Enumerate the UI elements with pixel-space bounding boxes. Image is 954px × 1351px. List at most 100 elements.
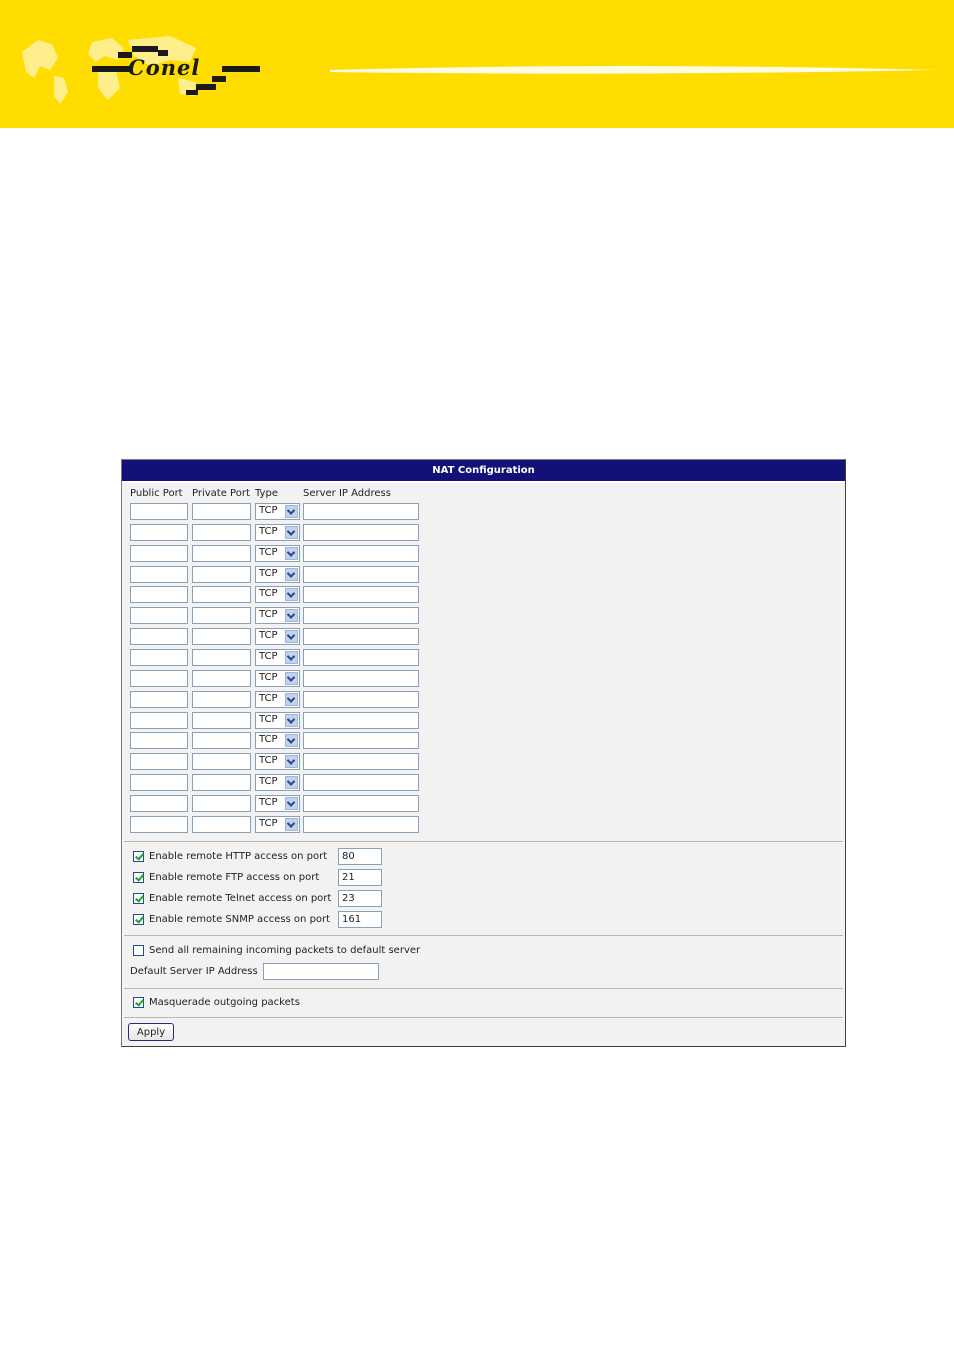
protocol-type-select[interactable]: TCP [255,691,300,708]
private-port-input[interactable] [192,503,251,520]
chevron-down-icon[interactable] [285,755,298,768]
default-server-ip-input[interactable] [263,963,379,980]
server-ip-input[interactable] [303,545,419,562]
public-port-input[interactable] [130,524,188,541]
public-port-input[interactable] [130,795,188,812]
remote-telnet-checkbox[interactable] [133,893,144,904]
public-port-input[interactable] [130,607,188,624]
server-ip-input[interactable] [303,691,419,708]
public-port-input[interactable] [130,628,188,645]
public-port-input[interactable] [130,566,188,583]
server-ip-input[interactable] [303,628,419,645]
server-ip-input[interactable] [303,816,419,833]
chevron-down-icon[interactable] [285,630,298,643]
chevron-down-icon[interactable] [285,609,298,622]
remote-snmp-checkbox[interactable] [133,914,144,925]
server-ip-input[interactable] [303,566,419,583]
chevron-down-icon[interactable] [285,526,298,539]
protocol-type-select[interactable]: TCP [255,816,300,833]
column-header-public-port: Public Port [130,488,183,499]
masquerade-checkbox[interactable] [133,997,144,1008]
server-ip-input[interactable] [303,503,419,520]
private-port-input[interactable] [192,774,251,791]
private-port-input[interactable] [192,628,251,645]
private-port-input[interactable] [192,545,251,562]
chevron-down-icon[interactable] [285,568,298,581]
private-port-input[interactable] [192,753,251,770]
private-port-input[interactable] [192,586,251,603]
private-port-input[interactable] [192,649,251,666]
private-port-input[interactable] [192,732,251,749]
protocol-type-select[interactable]: TCP [255,649,300,666]
remote-ftp-checkbox[interactable] [133,872,144,883]
chevron-down-icon[interactable] [285,818,298,831]
chevron-down-icon[interactable] [285,588,298,601]
protocol-type-select[interactable]: TCP [255,545,300,562]
remote-http-label: Enable remote HTTP access on port [149,851,328,862]
protocol-type-select[interactable]: TCP [255,524,300,541]
protocol-type-select[interactable]: TCP [255,607,300,624]
public-port-input[interactable] [130,712,188,729]
private-port-input[interactable] [192,524,251,541]
public-port-input[interactable] [130,732,188,749]
public-port-input[interactable] [130,774,188,791]
server-ip-input[interactable] [303,795,419,812]
server-ip-input[interactable] [303,712,419,729]
remote-telnet-label: Enable remote Telnet access on port [149,893,332,904]
protocol-type-select[interactable]: TCP [255,774,300,791]
private-port-input[interactable] [192,795,251,812]
protocol-type-select[interactable]: TCP [255,586,300,603]
private-port-input[interactable] [192,691,251,708]
private-port-input[interactable] [192,816,251,833]
public-port-input[interactable] [130,670,188,687]
public-port-input[interactable] [130,753,188,770]
public-port-input[interactable] [130,649,188,666]
chevron-down-icon[interactable] [285,693,298,706]
server-ip-input[interactable] [303,753,419,770]
server-ip-input[interactable] [303,524,419,541]
public-port-input[interactable] [130,691,188,708]
protocol-type-select[interactable]: TCP [255,503,300,520]
protocol-type-select[interactable]: TCP [255,732,300,749]
protocol-type-value: TCP [259,526,278,537]
server-ip-input[interactable] [303,649,419,666]
chevron-down-icon[interactable] [285,714,298,727]
private-port-input[interactable] [192,607,251,624]
remote-http-port-input[interactable] [338,848,382,865]
private-port-input[interactable] [192,566,251,583]
masquerade-label: Masquerade outgoing packets [149,997,300,1008]
protocol-type-select[interactable]: TCP [255,566,300,583]
chevron-down-icon[interactable] [285,651,298,664]
private-port-input[interactable] [192,670,251,687]
remote-snmp-port-input[interactable] [338,911,382,928]
server-ip-input[interactable] [303,774,419,791]
remote-http-checkbox[interactable] [133,851,144,862]
protocol-type-select[interactable]: TCP [255,753,300,770]
chevron-down-icon[interactable] [285,734,298,747]
chevron-down-icon[interactable] [285,797,298,810]
chevron-down-icon[interactable] [285,672,298,685]
remote-ftp-port-input[interactable] [338,869,382,886]
protocol-type-select[interactable]: TCP [255,795,300,812]
protocol-type-select[interactable]: TCP [255,628,300,645]
protocol-type-value: TCP [259,693,278,704]
server-ip-input[interactable] [303,670,419,687]
public-port-input[interactable] [130,545,188,562]
server-ip-input[interactable] [303,732,419,749]
protocol-type-select[interactable]: TCP [255,712,300,729]
chevron-down-icon[interactable] [285,547,298,560]
send-to-default-server-checkbox[interactable] [133,945,144,956]
send-to-default-server-label: Send all remaining incoming packets to d… [149,945,421,956]
apply-button[interactable]: Apply [128,1023,174,1041]
public-port-input[interactable] [130,816,188,833]
server-ip-input[interactable] [303,607,419,624]
protocol-type-select[interactable]: TCP [255,670,300,687]
private-port-input[interactable] [192,712,251,729]
server-ip-input[interactable] [303,586,419,603]
public-port-input[interactable] [130,503,188,520]
public-port-input[interactable] [130,586,188,603]
remote-telnet-port-input[interactable] [338,890,382,907]
chevron-down-icon[interactable] [285,776,298,789]
protocol-type-value: TCP [259,797,278,808]
chevron-down-icon[interactable] [285,505,298,518]
